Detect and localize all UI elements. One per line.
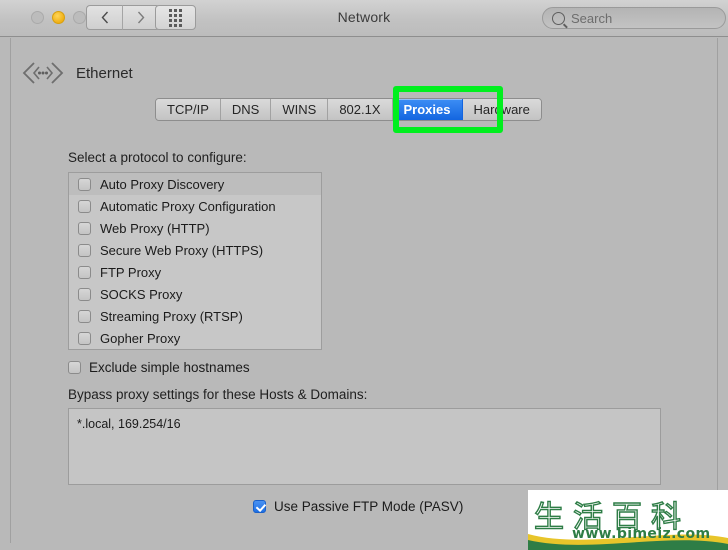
- checkbox-streaming-proxy-rtsp[interactable]: [78, 309, 91, 323]
- tab-tcpip[interactable]: TCP/IP: [156, 99, 221, 120]
- protocol-row-auto-proxy-discovery[interactable]: Auto Proxy Discovery: [69, 173, 321, 195]
- protocol-row-ftp-proxy[interactable]: FTP Proxy: [69, 261, 321, 283]
- search-placeholder: Search: [571, 10, 613, 26]
- protocol-row-web-proxy-http[interactable]: Web Proxy (HTTP): [69, 217, 321, 239]
- network-preferences-window: Network Search Ethernet TCP/IP DNS WINS …: [0, 0, 728, 550]
- checkbox-passive-ftp-mode[interactable]: [253, 500, 266, 513]
- checkbox-web-proxy-http[interactable]: [78, 221, 91, 235]
- protocol-label-gopher-proxy: Gopher Proxy: [100, 330, 181, 346]
- checkbox-automatic-proxy-configuration[interactable]: [78, 199, 91, 213]
- protocol-label-secure-web-proxy-https: Secure Web Proxy (HTTPS): [100, 242, 264, 258]
- protocol-label-auto-proxy-discovery: Auto Proxy Discovery: [100, 176, 225, 192]
- interface-name: Ethernet: [76, 64, 133, 82]
- exclude-simple-hostnames-label: Exclude simple hostnames: [89, 360, 250, 375]
- protocol-row-secure-web-proxy-https[interactable]: Secure Web Proxy (HTTPS): [69, 239, 321, 261]
- search-icon: [552, 11, 565, 25]
- checkbox-exclude-simple-hostnames[interactable]: [68, 361, 81, 374]
- preference-tabs: TCP/IP DNS WINS 802.1X Proxies Hardware: [155, 98, 542, 121]
- passive-ftp-row[interactable]: Use Passive FTP Mode (PASV): [253, 499, 463, 514]
- checkbox-socks-proxy[interactable]: [78, 287, 91, 301]
- checkbox-auto-proxy-discovery[interactable]: [78, 177, 91, 191]
- bypass-proxy-label: Bypass proxy settings for these Hosts & …: [68, 387, 368, 402]
- tab-wins[interactable]: WINS: [271, 99, 329, 120]
- protocol-label-web-proxy-http: Web Proxy (HTTP): [100, 220, 210, 236]
- protocol-list[interactable]: Auto Proxy Discovery Automatic Proxy Con…: [68, 172, 322, 350]
- protocol-label-automatic-proxy-configuration: Automatic Proxy Configuration: [100, 198, 276, 214]
- search-field[interactable]: Search: [542, 7, 726, 29]
- protocol-label-streaming-proxy-rtsp: Streaming Proxy (RTSP): [100, 308, 243, 324]
- exclude-simple-hostnames-row[interactable]: Exclude simple hostnames: [68, 360, 250, 375]
- protocol-label-socks-proxy: SOCKS Proxy: [100, 286, 183, 302]
- tab-dns[interactable]: DNS: [220, 99, 272, 120]
- window-titlebar: Network Search: [0, 0, 728, 37]
- protocol-row-socks-proxy[interactable]: SOCKS Proxy: [69, 283, 321, 305]
- protocol-row-gopher-proxy[interactable]: Gopher Proxy: [69, 327, 321, 349]
- passive-ftp-label: Use Passive FTP Mode (PASV): [274, 499, 464, 514]
- interface-header: Ethernet: [22, 60, 133, 86]
- checkbox-ftp-proxy[interactable]: [78, 265, 91, 279]
- checkbox-secure-web-proxy-https[interactable]: [78, 243, 91, 257]
- protocol-list-label: Select a protocol to configure:: [68, 150, 247, 165]
- tab-hardware[interactable]: Hardware: [462, 99, 541, 120]
- tab-proxies[interactable]: Proxies: [392, 99, 463, 120]
- checkbox-gopher-proxy[interactable]: [78, 331, 91, 345]
- protocol-row-streaming-proxy-rtsp[interactable]: Streaming Proxy (RTSP): [69, 305, 321, 327]
- tab-8021x[interactable]: 802.1X: [328, 99, 393, 120]
- bypass-proxy-value: *.local, 169.254/16: [77, 417, 181, 431]
- watermark: 生活百科 www.bimeiz.com: [528, 490, 728, 550]
- protocol-row-automatic-proxy-configuration[interactable]: Automatic Proxy Configuration: [69, 195, 321, 217]
- bypass-proxy-textarea[interactable]: *.local, 169.254/16: [68, 408, 661, 485]
- ethernet-icon: [22, 62, 64, 84]
- protocol-label-ftp-proxy: FTP Proxy: [100, 264, 162, 280]
- watermark-url: www.bimeiz.com: [572, 526, 711, 542]
